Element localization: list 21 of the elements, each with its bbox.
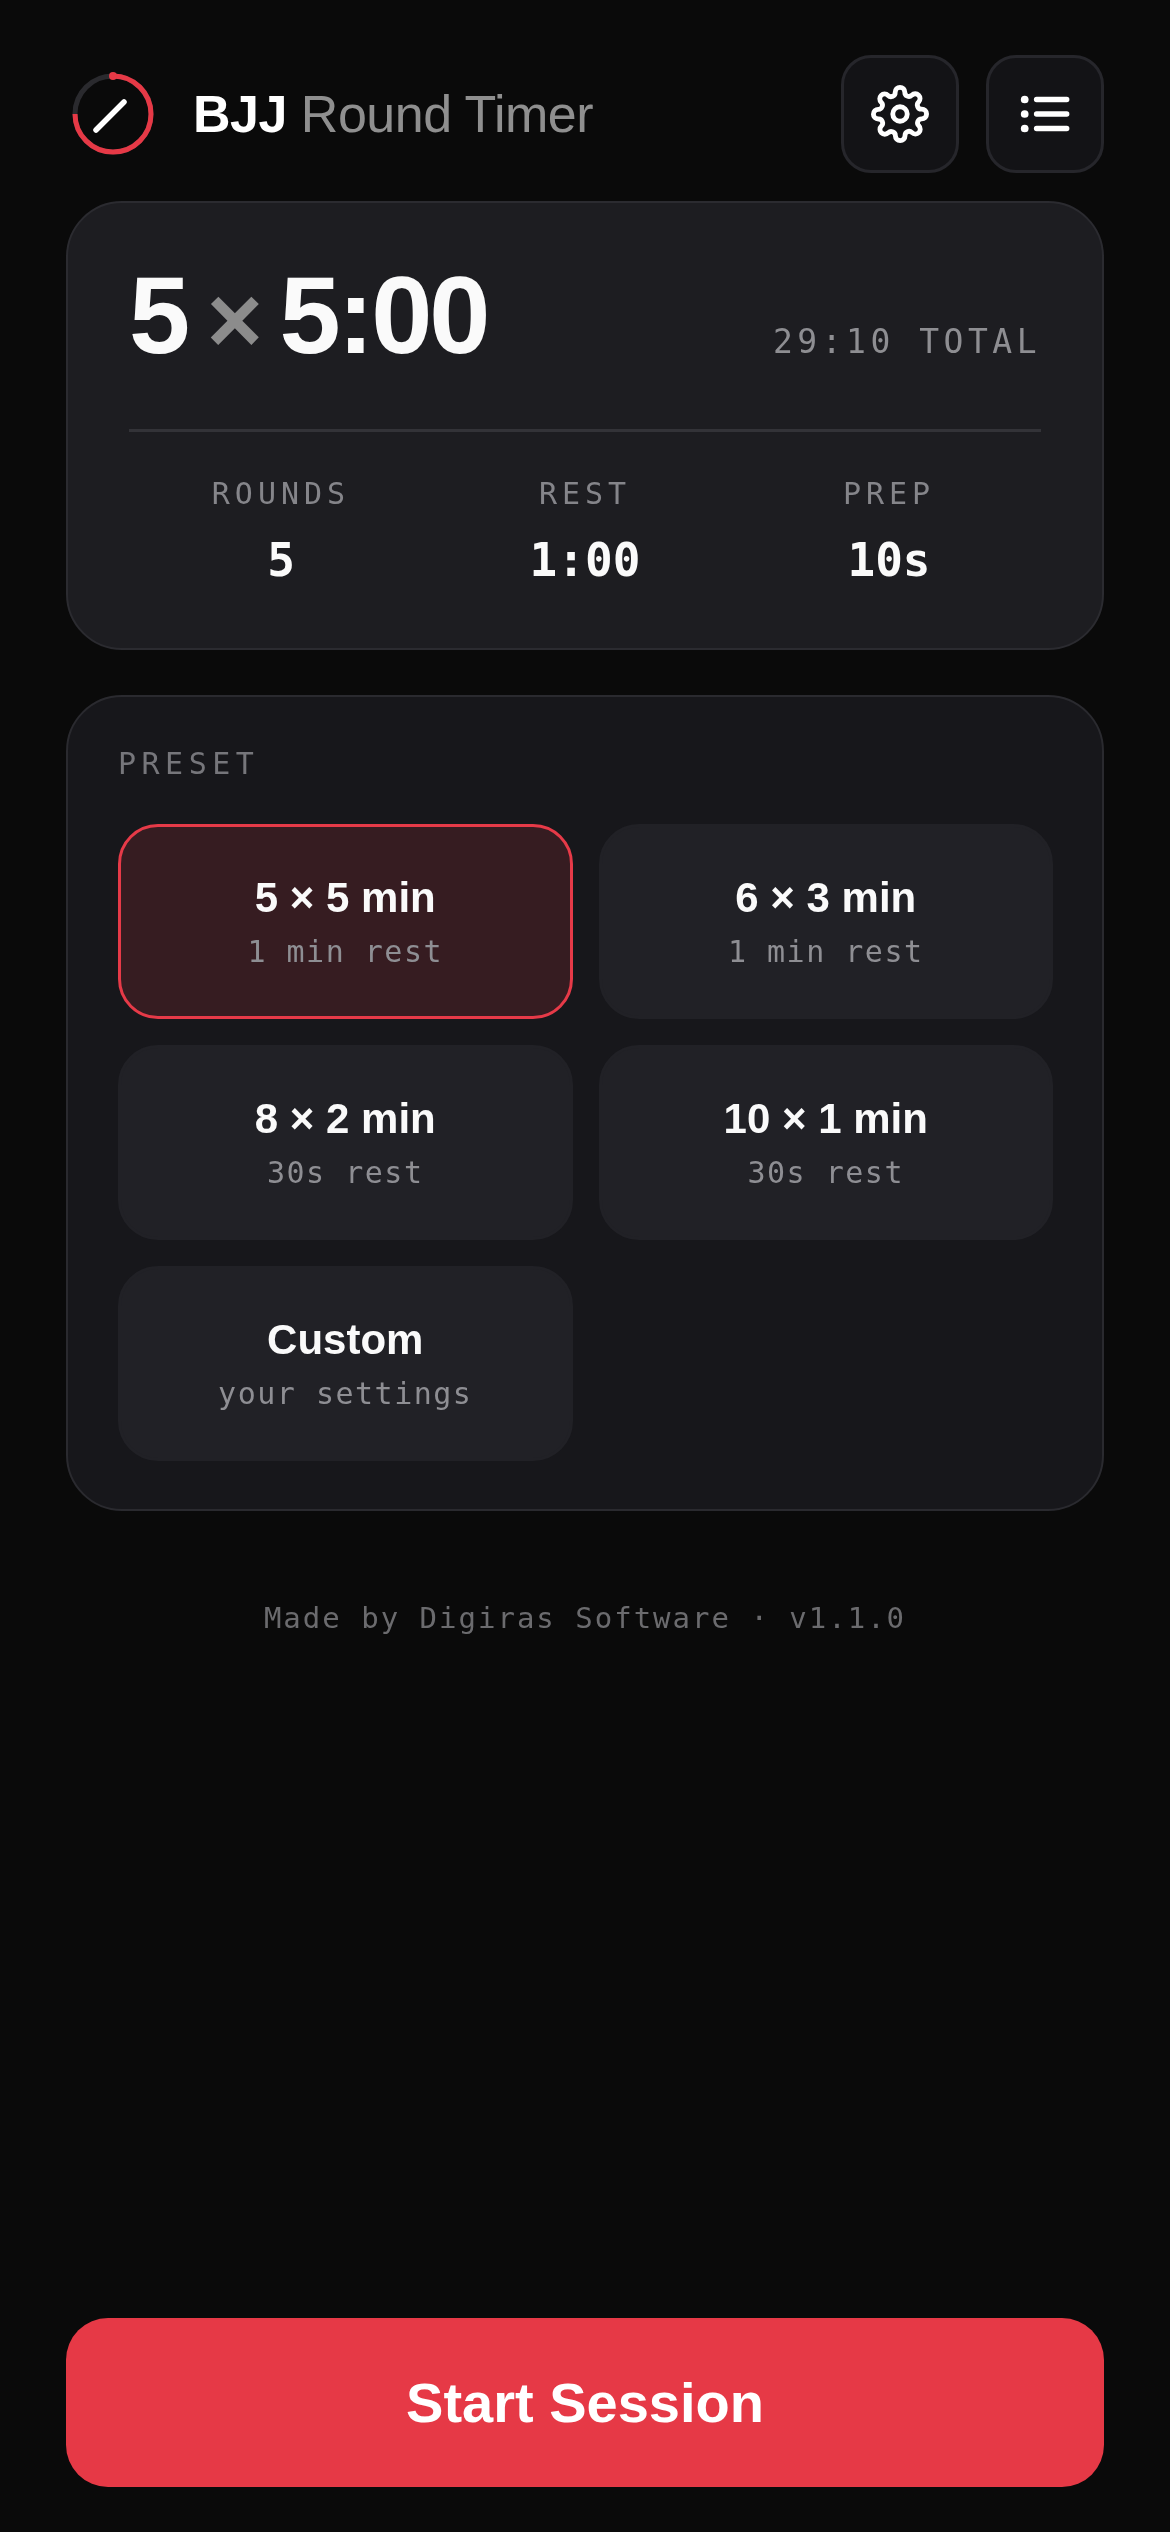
preset-option[interactable]: 8 × 2 min 30s rest (118, 1045, 573, 1240)
stat-label: ROUNDS (211, 475, 351, 513)
settings-button[interactable] (841, 55, 959, 173)
session-headline: 5 × 5:00 (129, 257, 488, 378)
stat-label: PREP (842, 475, 936, 513)
preset-option[interactable]: 10 × 1 min 30s rest (598, 1045, 1053, 1240)
total-time: 29:10 TOTAL (772, 322, 1041, 361)
app-title: BJJ Round Timer (193, 84, 594, 144)
start-session-button[interactable]: Start Session (66, 2318, 1104, 2487)
stat-value: 10s (847, 532, 931, 588)
preset-option[interactable]: 6 × 3 min 1 min rest (598, 824, 1053, 1019)
timer-logo-icon (71, 72, 155, 156)
preset-option[interactable]: 5 × 5 min 1 min rest (118, 824, 573, 1019)
menu-button[interactable] (986, 55, 1104, 173)
section-label: PRESET (118, 745, 261, 783)
stat-label: REST (538, 475, 632, 513)
footer-credit: Made by Digiras Software · v1.1.0 (263, 1600, 907, 1637)
gear-icon (871, 85, 929, 143)
stat-value: 5 (267, 532, 295, 588)
preset-option[interactable]: Custom your settings (118, 1266, 573, 1461)
stat-value: 1:00 (529, 532, 641, 588)
